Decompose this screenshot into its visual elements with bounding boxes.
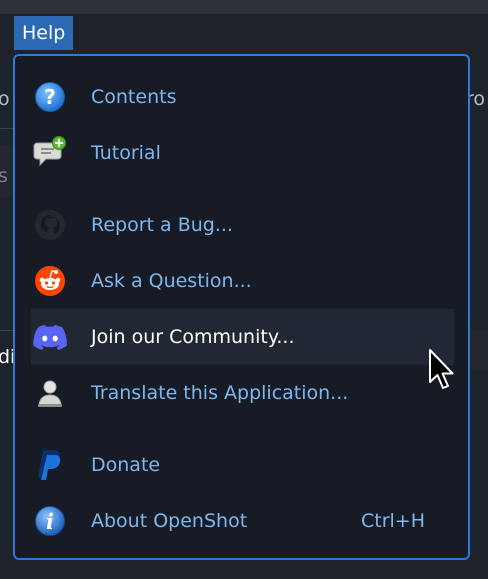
menu-item-donate[interactable]: Donate <box>31 437 454 493</box>
reddit-icon <box>33 264 67 298</box>
menu-item-label: Report a Bug... <box>91 214 233 236</box>
background-text-left-2: s <box>0 165 8 187</box>
background-divider-2 <box>0 330 14 331</box>
menu-item-label: Tutorial <box>91 142 161 164</box>
background-text-left-1: o <box>0 88 10 110</box>
menu-help[interactable]: Help <box>14 16 74 50</box>
menu-item-report-bug[interactable]: Report a Bug... <box>31 197 454 253</box>
menu-item-label: About OpenShot <box>91 510 248 532</box>
menu-item-label: Join our Community... <box>91 326 295 348</box>
menu-item-label: Ask a Question... <box>91 270 252 292</box>
background-panel-right <box>470 330 488 370</box>
menu-item-label: Donate <box>91 454 161 476</box>
svg-text:?: ? <box>44 85 56 109</box>
paypal-icon <box>33 448 67 482</box>
background-divider <box>0 128 14 129</box>
menu-item-about[interactable]: i About OpenShot Ctrl+H <box>31 493 454 549</box>
menu-item-tutorial[interactable]: Tutorial <box>31 125 454 181</box>
menu-item-contents[interactable]: ? Contents <box>31 69 454 125</box>
discord-icon <box>33 320 67 354</box>
menu-item-label: Contents <box>91 86 177 108</box>
chat-bubble-plus-icon <box>33 136 67 170</box>
svg-text:i: i <box>46 509 54 534</box>
info-circle-icon: i <box>33 504 67 538</box>
menu-item-label: Translate this Application... <box>91 382 349 404</box>
menu-item-shortcut: Ctrl+H <box>360 510 425 532</box>
menu-item-ask-question[interactable]: Ask a Question... <box>31 253 454 309</box>
mouse-cursor-icon <box>429 349 454 389</box>
window-top-strip <box>0 0 488 15</box>
menu-item-join-community[interactable]: Join our Community... <box>31 309 454 365</box>
help-dropdown-menu: ? Contents Tutorial Report a Bug... Ask … <box>13 54 470 560</box>
menu-item-translate[interactable]: Translate this Application... <box>31 365 454 421</box>
github-icon <box>33 208 67 242</box>
help-circle-icon: ? <box>33 80 67 114</box>
person-icon <box>33 376 67 410</box>
